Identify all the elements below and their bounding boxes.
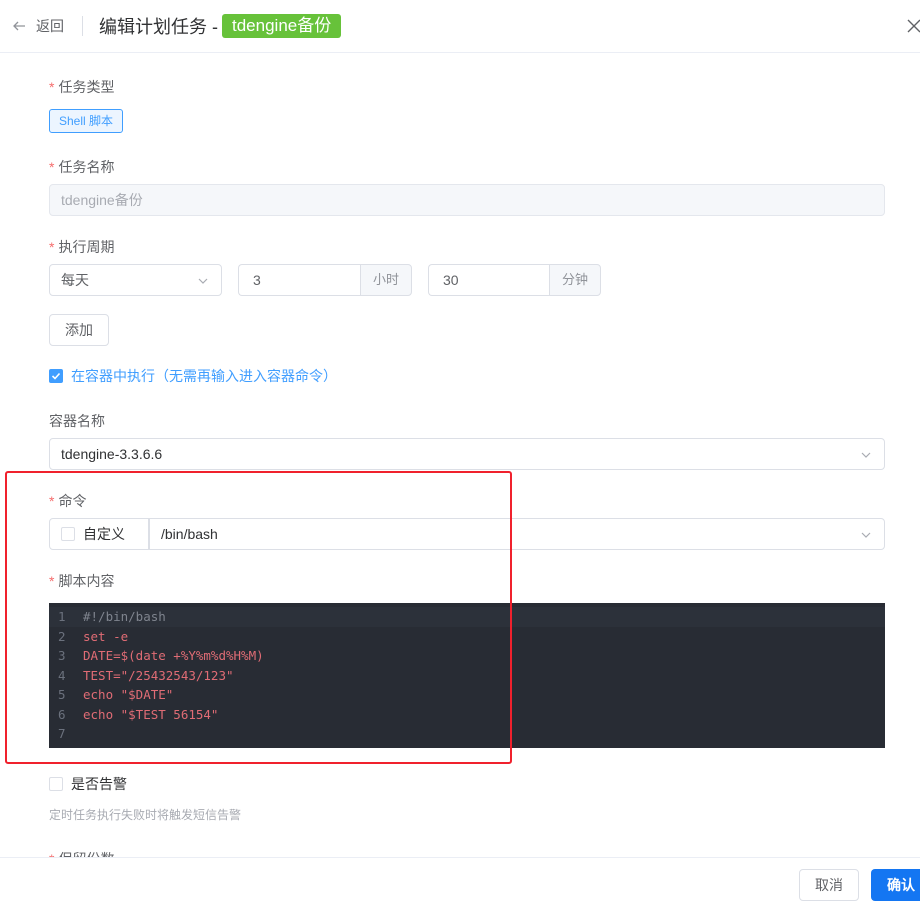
- period-select[interactable]: 每天: [49, 264, 222, 296]
- code-line[interactable]: 2 set -e: [49, 627, 885, 647]
- container-name-label: 容器名称: [49, 413, 105, 429]
- line-number: 4: [58, 667, 66, 683]
- code-line[interactable]: 5 echo "$DATE": [49, 685, 885, 705]
- in-container-checkbox[interactable]: [49, 369, 63, 383]
- custom-command-label: 自定义: [83, 526, 125, 542]
- page-title-text: 编辑计划任务 -: [99, 17, 218, 37]
- line-number: 2: [58, 628, 66, 644]
- alert-checkbox-row[interactable]: 是否告警: [49, 774, 127, 794]
- command-label: * 命令: [49, 493, 87, 509]
- code-line[interactable]: 7: [49, 724, 885, 744]
- back-button[interactable]: 返回: [12, 16, 64, 36]
- close-icon[interactable]: [906, 18, 920, 34]
- arrow-left-icon: [13, 21, 25, 31]
- code-text: echo "$DATE": [83, 687, 174, 703]
- code-text: set -e: [83, 628, 129, 644]
- period-value: 每天: [61, 272, 89, 288]
- code-text: echo "$TEST 56154": [83, 706, 219, 722]
- command-input-group: 自定义 /bin/bash: [49, 518, 885, 550]
- check-icon: [51, 372, 61, 380]
- drawer-header: 返回 编辑计划任务 - tdengine备份: [0, 0, 920, 53]
- minute-input-group: 30 分钟: [428, 264, 601, 296]
- line-number: 6: [58, 706, 66, 722]
- code-text: TEST="/25432543/123": [83, 667, 234, 683]
- code-line[interactable]: 6 echo "$TEST 56154": [49, 705, 885, 725]
- line-number: 5: [58, 687, 66, 703]
- chevron-down-icon: [861, 532, 871, 538]
- command-value: /bin/bash: [161, 526, 218, 542]
- confirm-button[interactable]: 确认: [871, 869, 920, 901]
- line-number: 7: [58, 726, 66, 742]
- task-name-input[interactable]: tdengine备份: [49, 184, 885, 216]
- schedule-label: * 执行周期: [49, 239, 115, 255]
- command-select[interactable]: /bin/bash: [149, 518, 885, 550]
- alert-hint: 定时任务执行失败时将触发短信告警: [49, 808, 242, 822]
- in-container-label: 在容器中执行（无需再输入进入容器命令）: [71, 368, 337, 384]
- drawer-footer: 取消 确认: [0, 857, 920, 907]
- task-type-label: * 任务类型: [49, 79, 115, 95]
- code-text: DATE=$(date +%Y%m%d%H%M): [83, 648, 264, 664]
- minute-unit: 分钟: [549, 264, 601, 296]
- custom-command-toggle[interactable]: 自定义: [49, 518, 149, 550]
- container-select[interactable]: tdengine-3.3.6.6: [49, 438, 885, 470]
- header-divider: [82, 16, 83, 36]
- line-number: 1: [58, 609, 66, 625]
- alert-label: 是否告警: [71, 776, 127, 792]
- script-editor[interactable]: 1 #!/bin/bash 2 set -e 3 DATE=$(date +%Y%m%d%…: [49, 603, 885, 748]
- task-name-tag: tdengine备份: [222, 14, 342, 38]
- container-value: tdengine-3.3.6.6: [61, 446, 163, 462]
- script-label: * 脚本内容: [49, 573, 115, 589]
- code-line[interactable]: 1 #!/bin/bash: [49, 607, 885, 627]
- code-line[interactable]: 4 TEST="/25432543/123": [49, 666, 885, 686]
- line-number: 3: [58, 648, 66, 664]
- hour-input-group: 3 小时: [238, 264, 412, 296]
- alert-checkbox[interactable]: [49, 777, 63, 791]
- page-title: 编辑计划任务 - tdengine备份: [99, 14, 342, 38]
- chevron-down-icon: [861, 452, 871, 458]
- minute-input[interactable]: 30: [428, 264, 549, 296]
- cancel-button[interactable]: 取消: [799, 869, 859, 901]
- hour-unit: 小时: [360, 264, 412, 296]
- custom-command-checkbox[interactable]: [61, 527, 75, 541]
- task-type-tag[interactable]: Shell 脚本: [49, 109, 123, 133]
- chevron-down-icon: [198, 278, 208, 284]
- in-container-checkbox-row[interactable]: 在容器中执行（无需再输入进入容器命令）: [49, 366, 337, 386]
- code-text: #!/bin/bash: [83, 609, 166, 625]
- code-line[interactable]: 3 DATE=$(date +%Y%m%d%H%M): [49, 646, 885, 666]
- task-name-label: * 任务名称: [49, 159, 115, 175]
- add-schedule-button[interactable]: 添加: [49, 314, 109, 346]
- hour-input[interactable]: 3: [238, 264, 360, 296]
- back-label: 返回: [36, 18, 64, 34]
